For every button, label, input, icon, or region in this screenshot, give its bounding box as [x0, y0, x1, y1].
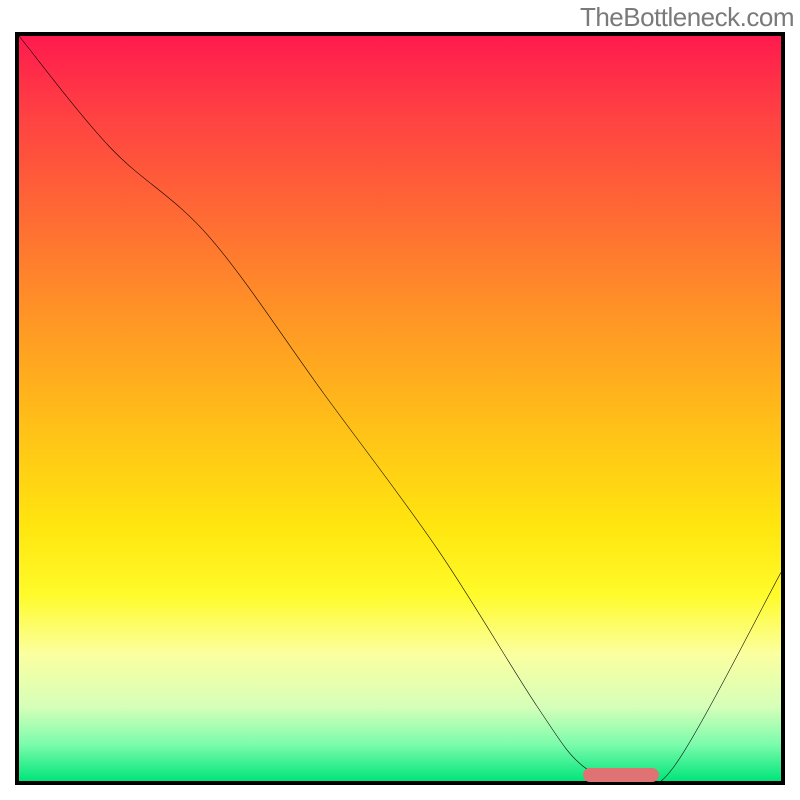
optimal-range-marker [583, 768, 659, 782]
plot-area [15, 32, 785, 785]
chart-frame: TheBottleneck.com [0, 0, 800, 800]
watermark-label: TheBottleneck.com [580, 2, 794, 33]
bottleneck-curve [19, 36, 781, 781]
